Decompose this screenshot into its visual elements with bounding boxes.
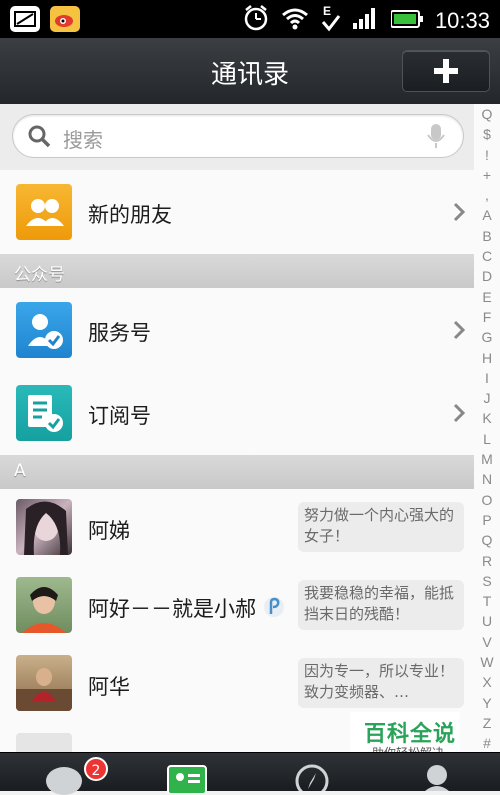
tab-me[interactable] [375, 753, 500, 791]
compass-icon [295, 764, 329, 791]
wifi-icon [281, 6, 309, 36]
subscriptions-label: 订阅号 [88, 404, 151, 428]
new-friends-label: 新的朋友 [88, 203, 172, 227]
index-letter[interactable]: A [482, 205, 491, 225]
data-icon: E [321, 4, 341, 38]
battery-icon [389, 9, 423, 34]
contact-signature: 努力做一个内心强大的女子！ [298, 502, 464, 552]
index-letter[interactable]: B [482, 226, 491, 246]
search-input[interactable]: 搜索 [12, 114, 464, 158]
index-letter[interactable]: N [482, 469, 492, 489]
avatar [16, 499, 72, 555]
index-letter[interactable]: H [482, 348, 492, 368]
search-icon [27, 124, 51, 152]
index-letter[interactable]: C [482, 246, 492, 266]
screen-icon [10, 6, 40, 32]
service-accounts-label: 服务号 [88, 321, 151, 345]
avatar [16, 655, 72, 711]
list-item-new-friends[interactable]: 新的朋友 [0, 170, 474, 255]
index-letter[interactable]: D [482, 266, 492, 286]
index-letter[interactable]: K [482, 408, 491, 428]
index-letter[interactable]: Y [482, 693, 491, 713]
search-placeholder: 搜索 [63, 128, 103, 152]
tab-discover[interactable] [250, 753, 375, 791]
index-letter[interactable]: S [482, 571, 491, 591]
alarm-icon [243, 5, 269, 37]
contact-signature: 因为专一，所以专业！致力变频器、… [298, 658, 464, 708]
qq-icon [262, 595, 286, 623]
chevron-right-icon [452, 320, 466, 344]
index-letter[interactable]: U [482, 611, 492, 631]
index-letter[interactable]: Q [482, 104, 493, 124]
alphabet-index[interactable]: Q $! +, A B C D E F G H I J K L M N O P Q R S T U V W X Y Z # [474, 104, 500, 754]
chevron-right-icon [452, 403, 466, 427]
avatar [16, 577, 72, 633]
contact-signature: 我要稳稳的幸福，能抵挡末日的残酷！ [298, 580, 464, 630]
index-letter[interactable]: Q [482, 530, 493, 550]
index-letter[interactable]: V [482, 632, 491, 652]
index-letter[interactable]: M [481, 449, 493, 469]
search-area: 搜索 [0, 104, 474, 171]
index-letter[interactable]: $ [483, 124, 491, 144]
index-letter[interactable]: X [482, 672, 491, 692]
contact-name: 阿华 [88, 675, 130, 699]
index-letter[interactable]: J [484, 388, 491, 408]
index-letter[interactable]: O [482, 490, 493, 510]
microphone-icon[interactable] [427, 123, 445, 153]
avatar [16, 733, 72, 752]
index-letter[interactable]: I [485, 368, 489, 388]
tab-contacts[interactable] [125, 753, 250, 793]
index-letter[interactable]: E [482, 287, 491, 307]
clock-time: 10:33 [434, 8, 490, 33]
status-bar: E 10:33 [0, 0, 500, 38]
section-header-a: A [0, 455, 474, 490]
chevron-right-icon [452, 202, 466, 226]
signal-icon [352, 7, 379, 35]
index-letter[interactable]: G [482, 327, 493, 347]
section-header-public: 公众号 [0, 254, 474, 289]
index-letter[interactable]: L [483, 429, 491, 449]
index-letter[interactable]: + [483, 165, 491, 185]
contact-row[interactable]: 阿好－－就是小郝 我要稳稳的幸福，能抵挡末日的残酷！ [0, 567, 474, 646]
weibo-icon [50, 6, 80, 32]
index-letter[interactable]: W [480, 652, 493, 672]
contact-row[interactable]: 阿娣 努力做一个内心强大的女子！ [0, 489, 474, 568]
list-item-service-accounts[interactable]: 服务号 [0, 288, 474, 373]
index-letter[interactable]: F [483, 307, 492, 327]
new-friends-icon [16, 184, 72, 240]
index-letter[interactable]: R [482, 551, 492, 571]
add-contact-button[interactable] [402, 50, 490, 92]
index-letter[interactable]: T [483, 591, 492, 611]
svg-text:E: E [323, 4, 331, 18]
index-letter[interactable]: P [482, 510, 491, 530]
plus-icon [434, 59, 458, 83]
index-letter[interactable]: , [485, 185, 489, 205]
chat-bubble-icon [46, 767, 82, 795]
index-letter[interactable]: # [483, 733, 491, 753]
person-icon [425, 765, 449, 791]
bottom-tab-bar: 2 [0, 752, 500, 795]
index-letter[interactable]: ! [485, 145, 489, 165]
unread-badge: 2 [84, 757, 108, 781]
tab-chats[interactable]: 2 [0, 753, 125, 795]
contact-name: 阿好－－就是小郝 [88, 597, 256, 621]
top-bar: 通讯录 [0, 38, 500, 105]
contacts-card-icon [167, 765, 207, 793]
list-item-subscriptions[interactable]: 订阅号 [0, 372, 474, 456]
index-letter[interactable]: Z [483, 713, 492, 733]
subscription-icon [16, 385, 72, 441]
contact-name: 阿娣 [88, 519, 130, 543]
service-account-icon [16, 302, 72, 358]
